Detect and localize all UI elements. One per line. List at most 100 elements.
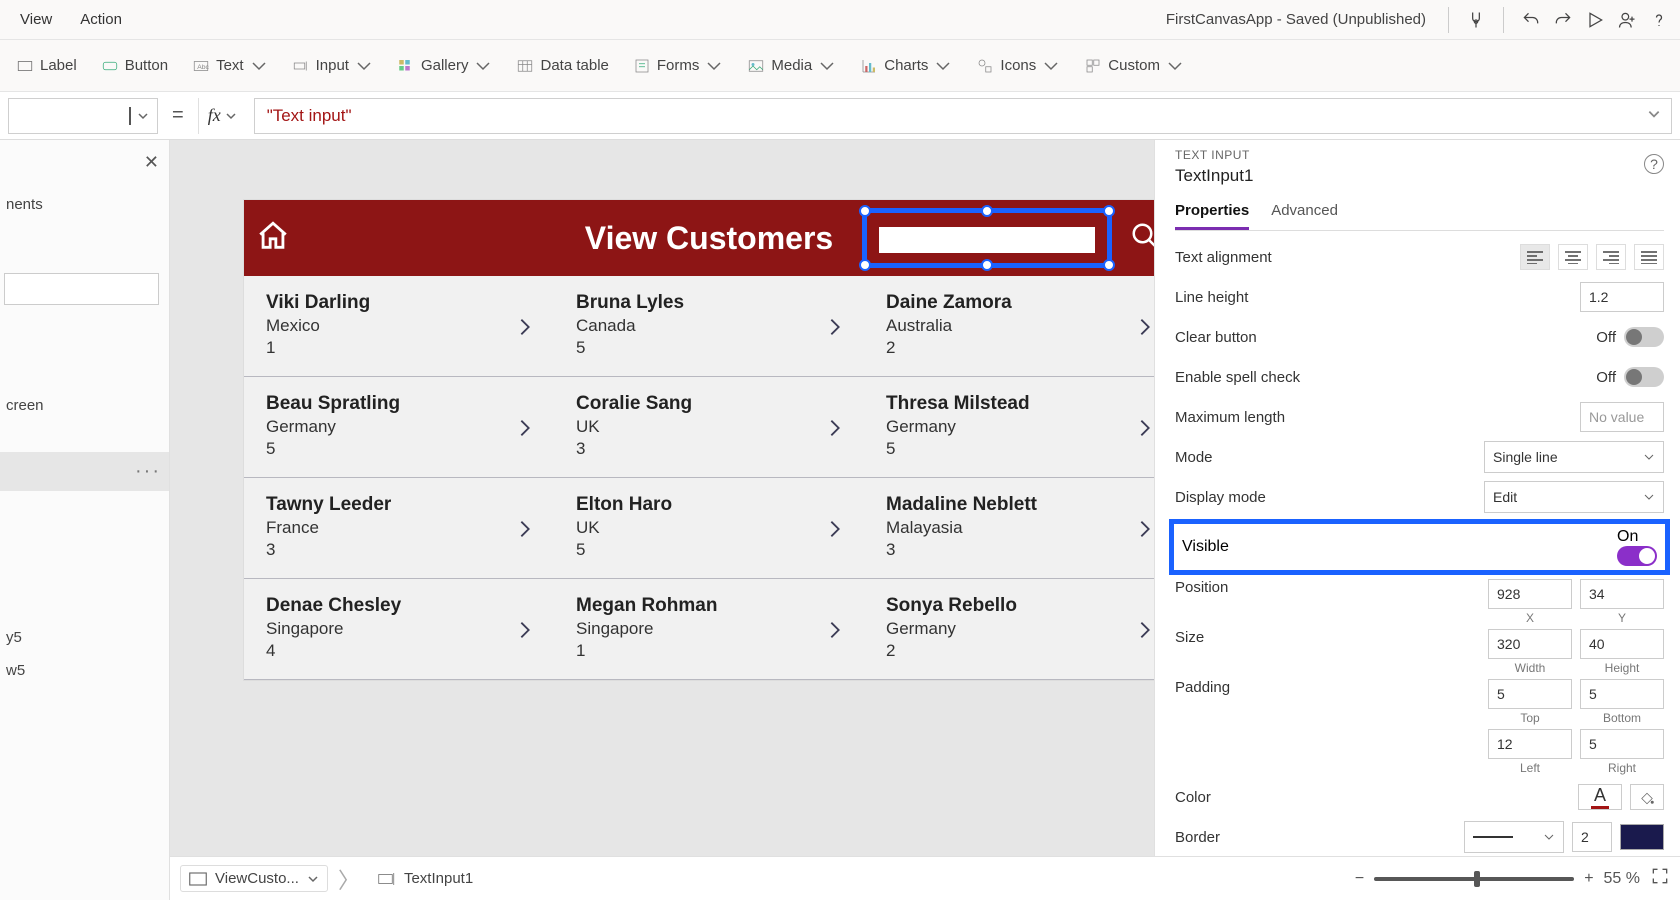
chevron-right-icon[interactable] <box>514 417 536 444</box>
menu-view[interactable]: View <box>6 5 66 34</box>
chevron-right-icon[interactable] <box>514 316 536 343</box>
gallery-item[interactable]: Beau Spratling Germany 5 <box>244 377 554 477</box>
insert-input[interactable]: Input <box>284 51 381 81</box>
padding-left-input[interactable]: 12 <box>1488 729 1572 759</box>
tree-item[interactable]: creen <box>0 389 169 422</box>
tree-item-selected[interactable]: ··· <box>0 452 169 491</box>
clearbutton-toggle[interactable] <box>1624 327 1664 347</box>
canvas-area[interactable]: View Customers Viki Darling Mexico 1 Bru… <box>170 140 1154 856</box>
align-center-button[interactable] <box>1558 244 1588 270</box>
gallery-item[interactable]: Denae Chesley Singapore 4 <box>244 579 554 679</box>
gallery-item[interactable]: Elton Haro UK 5 <box>554 478 864 578</box>
resize-handle[interactable] <box>859 259 871 271</box>
undo-icon[interactable] <box>1516 5 1546 35</box>
displaymode-dropdown[interactable]: Edit <box>1484 481 1664 513</box>
position-y-input[interactable]: 34 <box>1580 579 1664 609</box>
play-icon[interactable] <box>1580 5 1610 35</box>
mode-dropdown[interactable]: Single line <box>1484 441 1664 473</box>
textinput-field[interactable] <box>879 227 1095 253</box>
home-icon[interactable] <box>256 219 290 258</box>
font-color-button[interactable]: A <box>1578 784 1622 810</box>
resize-handle[interactable] <box>859 205 871 217</box>
fill-color-button[interactable] <box>1630 784 1664 810</box>
tree-item[interactable]: w5 <box>0 654 169 687</box>
breadcrumb-control[interactable]: TextInput1 <box>370 866 481 891</box>
gallery-item[interactable]: Daine Zamora Australia 2 <box>864 276 1154 376</box>
menu-action[interactable]: Action <box>66 5 136 34</box>
align-left-button[interactable] <box>1520 244 1550 270</box>
zoom-out-icon[interactable]: − <box>1355 870 1364 888</box>
chevron-right-icon[interactable] <box>824 619 846 646</box>
selected-textinput-control[interactable] <box>862 208 1112 268</box>
resize-handle[interactable] <box>981 259 993 271</box>
visible-toggle[interactable] <box>1617 546 1657 566</box>
padding-top-input[interactable]: 5 <box>1488 679 1572 709</box>
tab-properties[interactable]: Properties <box>1175 196 1249 230</box>
insert-datatable[interactable]: Data table <box>508 51 616 81</box>
app-checker-icon[interactable] <box>1461 5 1491 35</box>
tree-item[interactable]: y5 <box>0 621 169 654</box>
expand-formula-icon[interactable] <box>1647 106 1661 126</box>
insert-custom[interactable]: Custom <box>1076 51 1192 81</box>
tree-item[interactable] <box>0 313 169 329</box>
gallery-item[interactable]: Madaline Neblett Malayasia 3 <box>864 478 1154 578</box>
chevron-right-icon[interactable] <box>1134 316 1154 343</box>
customer-number: 3 <box>576 439 842 459</box>
insert-charts[interactable]: Charts <box>852 51 960 81</box>
fit-to-screen-icon[interactable] <box>1650 866 1670 891</box>
size-height-input[interactable]: 40 <box>1580 629 1664 659</box>
insert-icons[interactable]: Icons <box>968 51 1068 81</box>
insert-media[interactable]: Media <box>739 51 844 81</box>
insert-text[interactable]: AbcText <box>184 51 276 81</box>
border-style-dropdown[interactable] <box>1464 821 1564 853</box>
size-width-input[interactable]: 320 <box>1488 629 1572 659</box>
align-justify-button[interactable] <box>1634 244 1664 270</box>
resize-handle[interactable] <box>981 205 993 217</box>
redo-icon[interactable] <box>1548 5 1578 35</box>
padding-right-input[interactable]: 5 <box>1580 729 1664 759</box>
chevron-right-icon[interactable] <box>824 518 846 545</box>
insert-forms[interactable]: Forms <box>625 51 732 81</box>
lineheight-input[interactable]: 1.2 <box>1580 282 1664 312</box>
insert-label[interactable]: Label <box>8 51 85 81</box>
border-width-input[interactable]: 2 <box>1572 822 1612 852</box>
position-x-input[interactable]: 928 <box>1488 579 1572 609</box>
chevron-right-icon[interactable] <box>824 316 846 343</box>
zoom-slider[interactable] <box>1374 877 1574 881</box>
property-selector[interactable] <box>8 98 158 134</box>
chevron-right-icon[interactable] <box>1134 417 1154 444</box>
fx-icon[interactable]: fx <box>198 98 246 134</box>
resize-handle[interactable] <box>1103 259 1115 271</box>
close-icon[interactable]: ✕ <box>144 152 159 173</box>
share-icon[interactable] <box>1612 5 1642 35</box>
gallery-item[interactable]: Viki Darling Mexico 1 <box>244 276 554 376</box>
zoom-in-icon[interactable]: + <box>1584 870 1593 888</box>
gallery-item[interactable]: Bruna Lyles Canada 5 <box>554 276 864 376</box>
chevron-right-icon[interactable] <box>824 417 846 444</box>
chevron-right-icon[interactable] <box>1134 518 1154 545</box>
border-color-button[interactable] <box>1620 824 1664 850</box>
chevron-right-icon[interactable] <box>1134 619 1154 646</box>
gallery-item[interactable]: Megan Rohman Singapore 1 <box>554 579 864 679</box>
spellcheck-toggle[interactable] <box>1624 367 1664 387</box>
gallery-item[interactable]: Coralie Sang UK 3 <box>554 377 864 477</box>
insert-gallery[interactable]: Gallery <box>389 51 501 81</box>
help-icon[interactable] <box>1644 5 1674 35</box>
insert-button[interactable]: Button <box>93 51 176 81</box>
maxlength-input[interactable]: No value <box>1580 402 1664 432</box>
chevron-right-icon[interactable] <box>514 518 536 545</box>
tab-advanced[interactable]: Advanced <box>1271 196 1338 230</box>
resize-handle[interactable] <box>1103 205 1115 217</box>
gallery-item[interactable]: Tawny Leeder France 3 <box>244 478 554 578</box>
tree-search-input[interactable] <box>4 273 159 305</box>
align-right-button[interactable] <box>1596 244 1626 270</box>
control-name[interactable]: TextInput1 <box>1175 166 1664 186</box>
help-icon[interactable]: ? <box>1644 154 1664 174</box>
padding-bottom-input[interactable]: 5 <box>1580 679 1664 709</box>
breadcrumb-screen[interactable]: ViewCusto... <box>180 865 328 892</box>
chevron-right-icon[interactable] <box>514 619 536 646</box>
gallery-item[interactable]: Sonya Rebello Germany 2 <box>864 579 1154 679</box>
gallery-item[interactable]: Thresa Milstead Germany 5 <box>864 377 1154 477</box>
search-icon[interactable] <box>1130 221 1154 256</box>
formula-input[interactable]: "Text input" <box>254 98 1672 134</box>
